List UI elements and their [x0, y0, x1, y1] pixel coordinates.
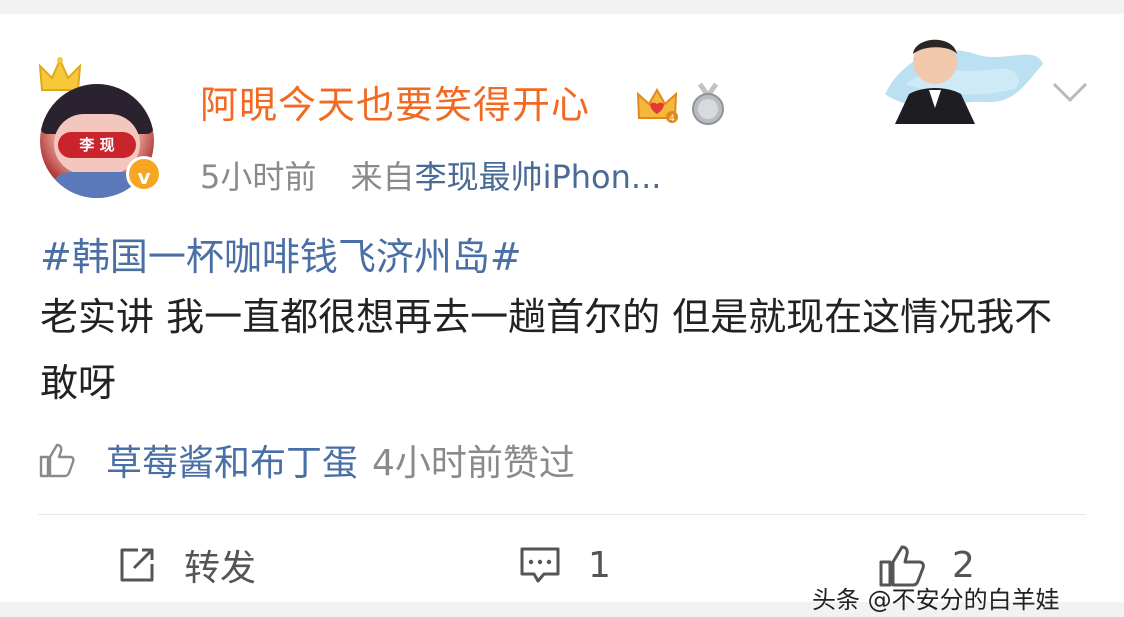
medal-badge-icon — [692, 82, 724, 125]
crown-level-badge-icon: 4 — [636, 87, 678, 124]
like-time: 4小时前赞过 — [372, 443, 575, 484]
post-hashtag[interactable]: #韩国一杯咖啡钱飞济州岛# — [40, 226, 522, 281]
verified-badge-icon: v — [126, 156, 162, 192]
repost-icon — [120, 548, 154, 582]
liker-name[interactable]: 草莓酱和布丁蛋 — [106, 434, 358, 486]
post-source-prefix: 来自 — [350, 158, 415, 196]
weibo-post-card: 李 现 v 阿晛今天也要笑得开心 4 5小时前 来自李现最帅iPhon... #… — [0, 14, 1124, 614]
post-time: 5小时前 — [200, 158, 317, 196]
comment-button[interactable]: 1 — [518, 540, 611, 590]
thumbs-up-icon — [39, 443, 75, 478]
avatar[interactable]: 李 现 v — [38, 56, 162, 198]
watermark: 头条 @不安分的白羊娃 — [812, 586, 1060, 614]
post-source-app[interactable]: 李现最帅iPhon... — [415, 158, 662, 196]
avatar-tag: 李 现 — [58, 132, 136, 158]
divider — [38, 514, 1086, 515]
comment-icon — [520, 547, 560, 583]
post-text: 老实讲 我一直都很想再去一趟首尔的 但是就现在这情况我不敢呀 — [40, 295, 1053, 405]
liked-by-line: 草莓酱和布丁蛋 4小时前赞过 — [38, 436, 575, 484]
card-decoration-banner — [885, 39, 1043, 124]
repost-label: 转发 — [184, 548, 257, 589]
comment-count: 1 — [588, 544, 611, 586]
post-meta: 5小时前 来自李现最帅iPhon... — [200, 152, 661, 198]
username[interactable]: 阿晛今天也要笑得开心 — [200, 74, 590, 129]
repost-button[interactable]: 转发 — [116, 540, 256, 590]
svg-text:4: 4 — [669, 114, 675, 124]
chevron-down-icon[interactable] — [1050, 76, 1090, 106]
